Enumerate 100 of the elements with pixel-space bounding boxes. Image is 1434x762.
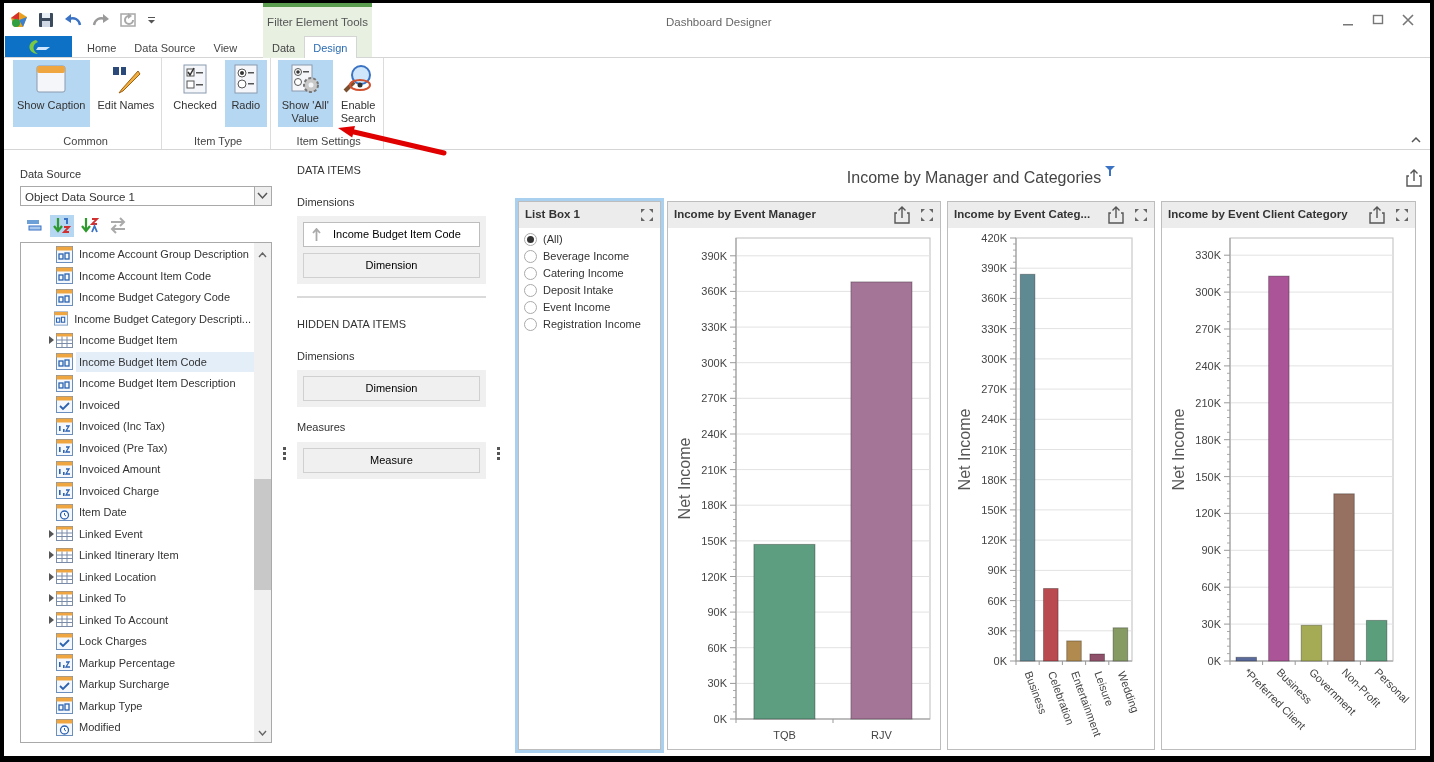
tick-label: 180K: [1195, 433, 1221, 446]
radio-button[interactable]: [524, 233, 537, 246]
tree-item[interactable]: Income Account Item Code: [76, 265, 254, 286]
tree-item[interactable]: Item Date: [76, 502, 254, 523]
tick-label: 150K: [701, 534, 727, 547]
bar[interactable]: [1333, 493, 1355, 662]
tick-label: 330K: [981, 322, 1007, 335]
radio-button[interactable]: [524, 284, 537, 297]
expand-arrow-icon[interactable]: [48, 572, 54, 581]
tree-item[interactable]: Linked Event: [76, 523, 254, 544]
bar[interactable]: [1043, 588, 1059, 662]
scrollbar[interactable]: [254, 242, 271, 742]
ribbon-tab[interactable]: Home: [78, 36, 126, 58]
placeholder-button[interactable]: Measure: [303, 447, 480, 473]
tree-item[interactable]: Income Account Group Description: [76, 244, 254, 265]
splitter-grip[interactable]: [283, 446, 286, 460]
option-label[interactable]: Catering Income: [543, 265, 624, 282]
tree-item[interactable]: Income Budget Item Code: [76, 351, 254, 372]
contextual-tab-group-title: Filter Element Tools: [263, 3, 372, 36]
customize-caret-icon[interactable]: [148, 15, 156, 24]
maximize-icon[interactable]: [1134, 208, 1148, 222]
tree-item[interactable]: Invoiced (Inc Tax): [76, 416, 254, 437]
tree-item[interactable]: Linked Location: [76, 566, 254, 587]
ribbon-button[interactable]: Radio: [224, 60, 267, 127]
maximize-icon[interactable]: [640, 208, 654, 222]
option-label[interactable]: Deposit Intake: [543, 282, 614, 299]
bar[interactable]: [1089, 653, 1105, 662]
bar[interactable]: [753, 543, 816, 720]
scrollbar-thumb[interactable]: [254, 478, 271, 591]
sort-ascending-button[interactable]: [50, 214, 74, 237]
radio-button[interactable]: [524, 250, 537, 263]
radio-button[interactable]: [524, 267, 537, 280]
export-icon[interactable]: [1406, 169, 1422, 187]
bar[interactable]: [850, 281, 913, 720]
section-label: Dimensions: [297, 348, 356, 364]
bar[interactable]: [1268, 275, 1290, 662]
tree-item[interactable]: Modified: [76, 717, 254, 738]
redo-icon[interactable]: [92, 12, 110, 27]
text-field-icon: [56, 374, 73, 392]
ribbon-button[interactable]: Show Caption: [13, 60, 90, 127]
tree-item[interactable]: Invoiced: [76, 394, 254, 415]
application-button[interactable]: [5, 36, 72, 57]
bar[interactable]: [1300, 624, 1323, 662]
export-icon[interactable]: [894, 206, 910, 224]
placeholder-button[interactable]: Dimension: [303, 376, 480, 401]
ribbon-button[interactable]: Show 'All' Value: [277, 60, 333, 127]
tree-item[interactable]: Invoiced Amount: [76, 459, 254, 480]
expand-arrow-icon[interactable]: [48, 529, 54, 538]
data-item-button[interactable]: Income Budget Item Code: [303, 222, 480, 247]
data-source-dropdown[interactable]: Object Data Source 1: [20, 185, 272, 206]
radio-button[interactable]: [524, 301, 537, 314]
bar[interactable]: [1066, 640, 1082, 662]
close-button[interactable]: [1400, 11, 1416, 28]
tree-item[interactable]: Income Budget Item: [76, 330, 254, 351]
tree-item[interactable]: Income Budget Item Description: [76, 373, 254, 394]
maximize-icon[interactable]: [1395, 208, 1409, 222]
save-icon[interactable]: [38, 11, 54, 28]
tree-item[interactable]: Linked To Account: [76, 609, 254, 630]
app-logo-icon[interactable]: [10, 10, 28, 29]
maximize-icon[interactable]: [920, 208, 934, 222]
expand-arrow-icon[interactable]: [48, 336, 54, 345]
bar[interactable]: [1112, 627, 1129, 662]
expand-arrow-icon[interactable]: [48, 551, 54, 560]
ribbon-button[interactable]: Edit Names: [93, 60, 159, 127]
ribbon-tab[interactable]: Design: [304, 36, 357, 58]
tree-item[interactable]: Linked To: [76, 588, 254, 609]
scroll-up-icon[interactable]: [258, 251, 267, 258]
option-label[interactable]: (All): [543, 231, 563, 248]
expand-arrow-icon[interactable]: [48, 594, 54, 603]
export-icon[interactable]: [1369, 206, 1385, 224]
radio-button[interactable]: [524, 318, 537, 331]
expand-arrow-icon[interactable]: [48, 615, 54, 624]
tree-item[interactable]: Invoiced (Pre Tax): [76, 437, 254, 458]
option-label[interactable]: Registration Income: [543, 316, 641, 333]
bar[interactable]: [1365, 619, 1388, 662]
tree-item[interactable]: Income Budget Category Code: [76, 287, 254, 308]
collapse-ribbon-icon[interactable]: [1411, 136, 1421, 143]
section-heading: DATA ITEMS: [297, 163, 362, 178]
scroll-down-icon[interactable]: [258, 729, 267, 736]
bar[interactable]: [1235, 656, 1257, 662]
tree-item[interactable]: Markup Surcharge: [76, 674, 254, 695]
tree-item[interactable]: Lock Charges: [76, 631, 254, 652]
tree-item[interactable]: Markup Percentage: [76, 652, 254, 673]
ribbon-button[interactable]: Enable Search: [336, 60, 380, 127]
bar[interactable]: [1019, 273, 1036, 662]
option-label[interactable]: Beverage Income: [543, 248, 630, 265]
tree-item[interactable]: Markup Type: [76, 695, 254, 716]
export-icon[interactable]: [1108, 206, 1124, 224]
tree-item[interactable]: Invoiced Charge: [76, 480, 254, 501]
checkbox-field-icon: [56, 675, 73, 693]
splitter-grip[interactable]: [497, 446, 500, 460]
ribbon-button[interactable]: Checked: [169, 60, 221, 127]
ribbon-tab[interactable]: View: [204, 36, 247, 58]
ribbon-tab[interactable]: Data Source: [125, 36, 205, 58]
tree-item[interactable]: Linked Itinerary Item: [76, 545, 254, 566]
placeholder-button[interactable]: Dimension: [303, 253, 480, 278]
undo-icon[interactable]: [64, 12, 82, 27]
tick-label: 180K: [981, 473, 1007, 486]
tree-item[interactable]: Income Budget Category Descripti...: [71, 308, 254, 329]
option-label[interactable]: Event Income: [543, 299, 611, 316]
